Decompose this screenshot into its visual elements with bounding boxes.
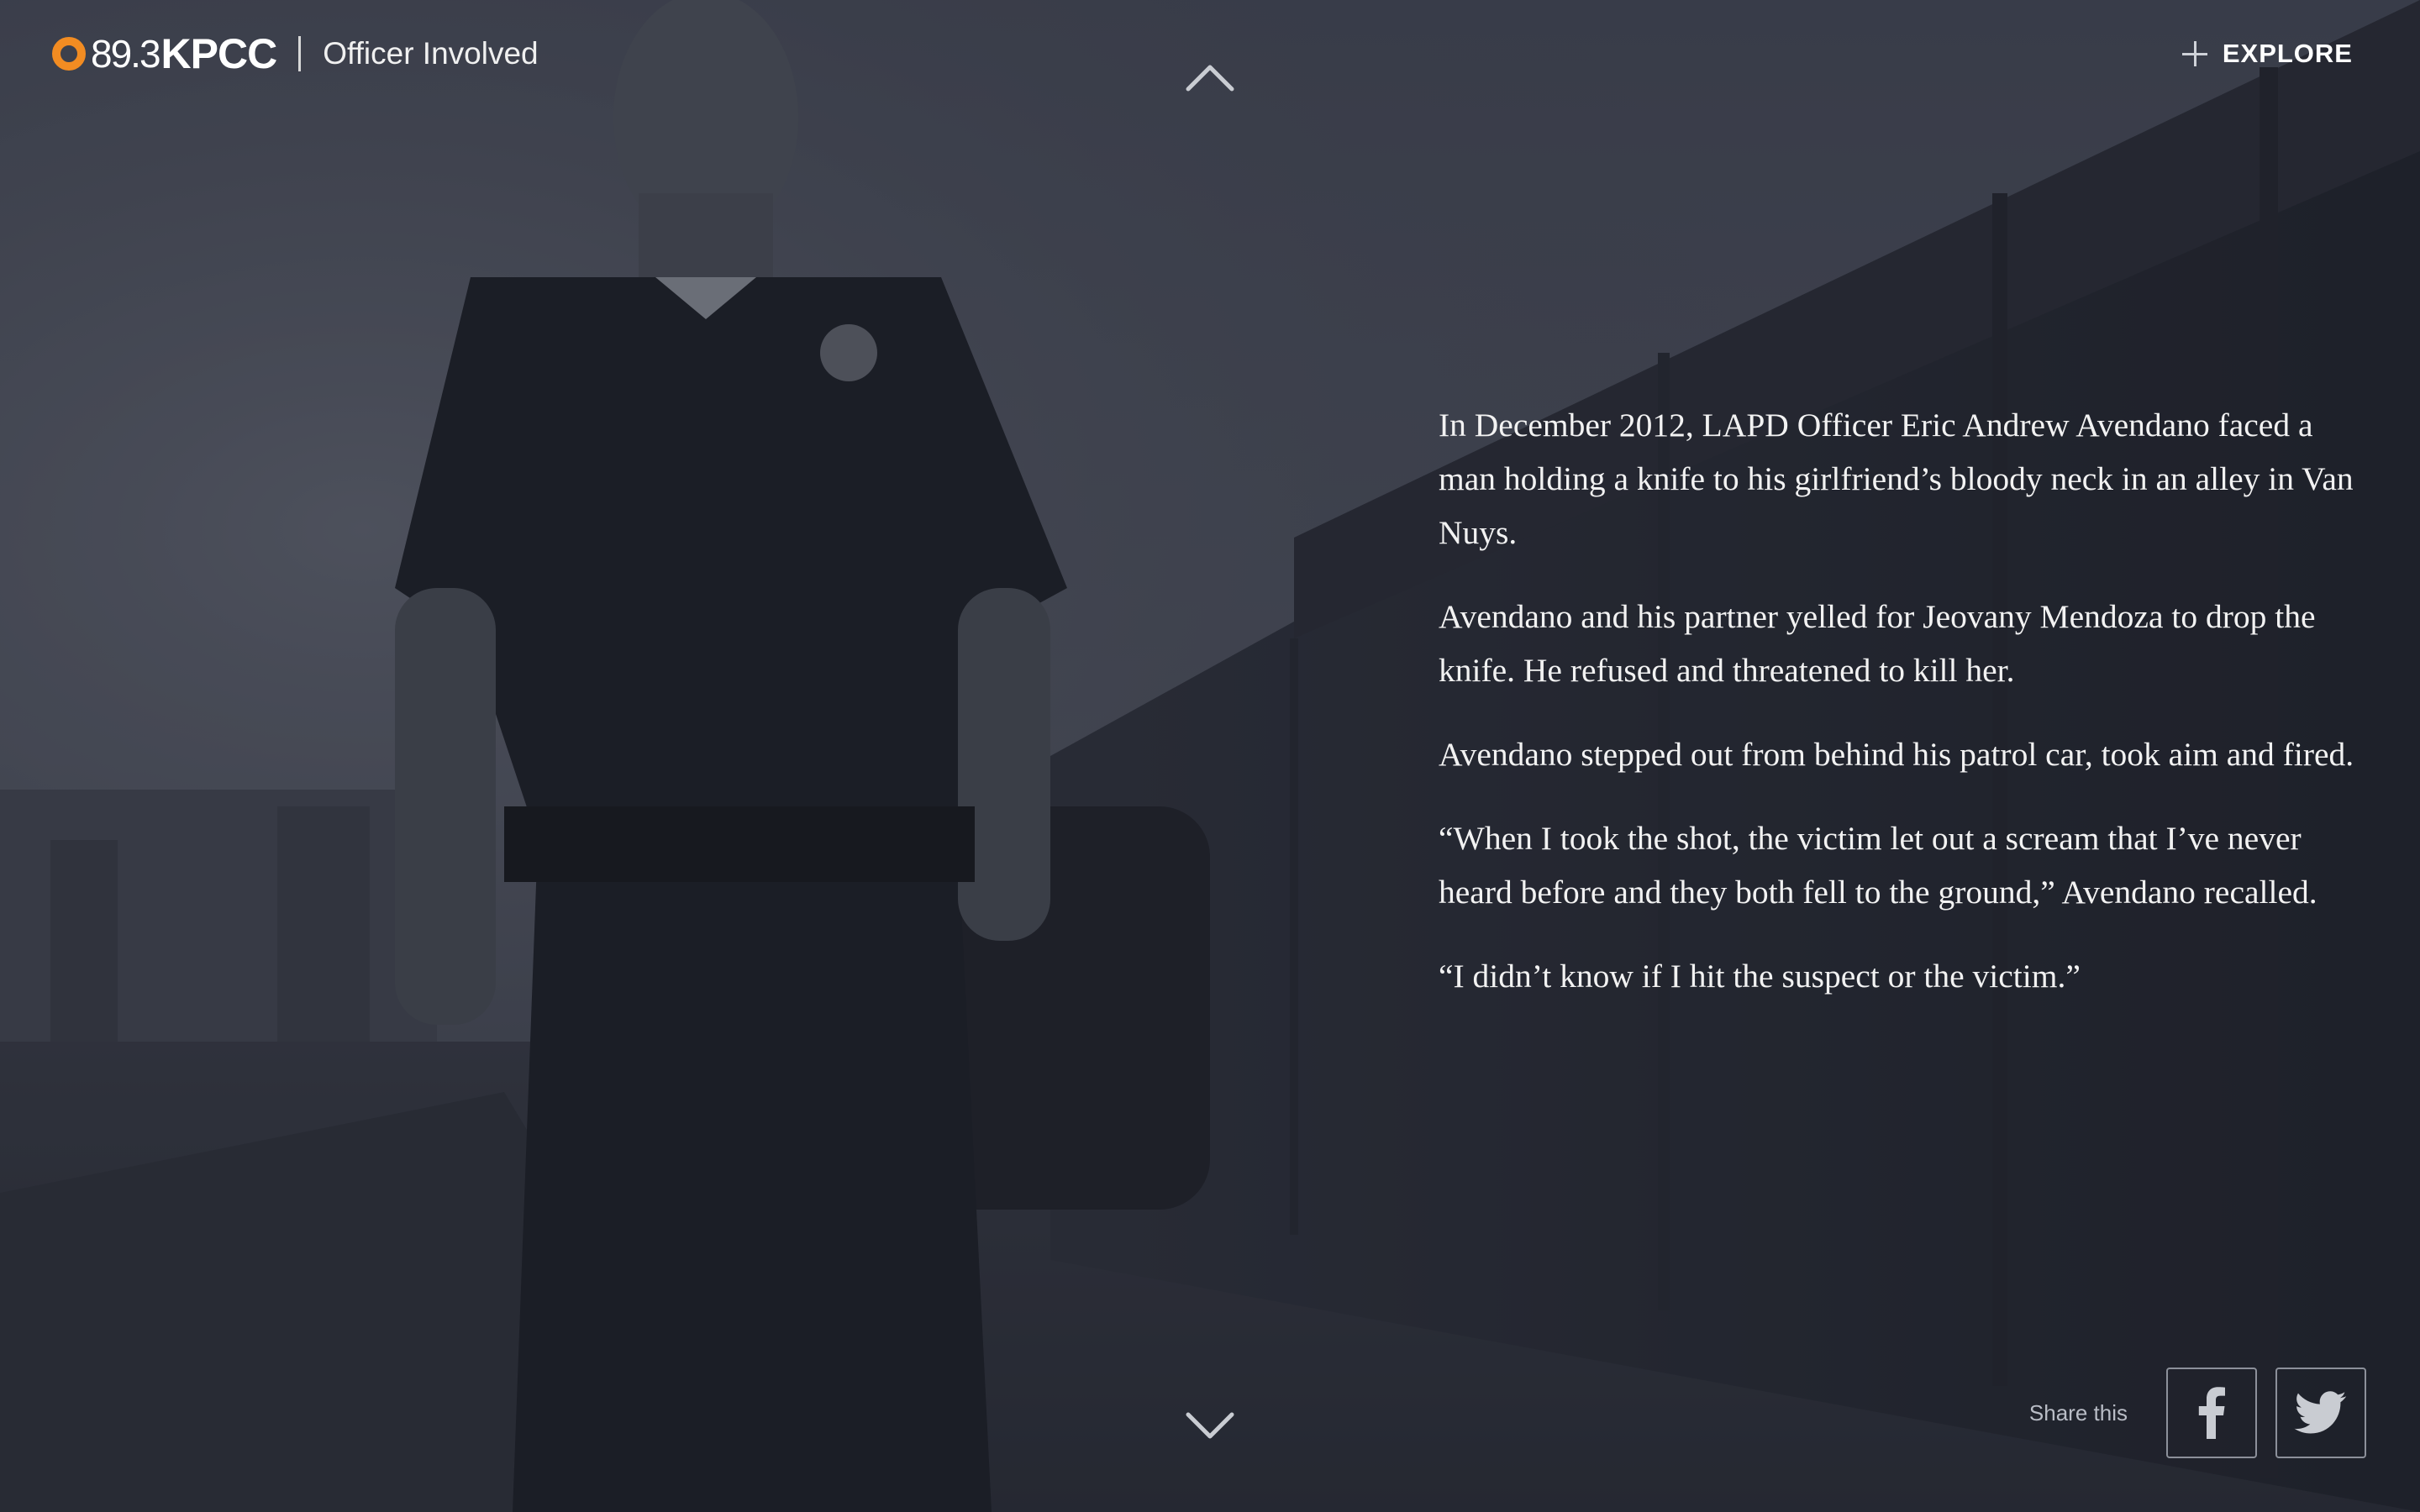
twitter-share-button[interactable] bbox=[2275, 1368, 2366, 1458]
kpcc-logo[interactable]: 89.3 KPCC Officer Involved bbox=[52, 30, 539, 77]
explore-button[interactable]: EXPLORE bbox=[2181, 35, 2353, 72]
facebook-share-button[interactable] bbox=[2166, 1368, 2257, 1458]
story-paragraph: In December 2012, LAPD Officer Eric Andr… bbox=[1439, 407, 2354, 551]
next-slide-button[interactable] bbox=[1185, 1411, 1235, 1441]
share-bar: Share this bbox=[2029, 1368, 2366, 1458]
story-text: In December 2012, LAPD Officer Eric Andr… bbox=[1439, 398, 2363, 1033]
chevron-up-icon bbox=[1186, 65, 1234, 92]
story-paragraph: “When I took the shot, the victim let ou… bbox=[1439, 820, 2317, 911]
plus-icon bbox=[2181, 41, 2207, 66]
twitter-icon bbox=[2294, 1391, 2347, 1434]
logo-frequency: 89.3 bbox=[91, 32, 161, 76]
story-paragraph: “I didn’t know if I hit the suspect or t… bbox=[1439, 958, 2081, 995]
logo-station: KPCC bbox=[160, 30, 278, 77]
facebook-icon bbox=[2198, 1387, 2225, 1439]
chevron-down-icon bbox=[1186, 1412, 1234, 1439]
explore-label: EXPLORE bbox=[2222, 39, 2353, 68]
section-title: Officer Involved bbox=[323, 36, 539, 71]
story-paragraph: Avendano and his partner yelled for Jeov… bbox=[1439, 598, 2316, 689]
logo-divider bbox=[298, 36, 302, 71]
story-paragraph: Avendano stepped out from behind his pat… bbox=[1439, 736, 2354, 773]
logo-ring-icon bbox=[52, 37, 86, 71]
share-label: Share this bbox=[2028, 1399, 2128, 1425]
previous-slide-button[interactable] bbox=[1185, 62, 1235, 92]
